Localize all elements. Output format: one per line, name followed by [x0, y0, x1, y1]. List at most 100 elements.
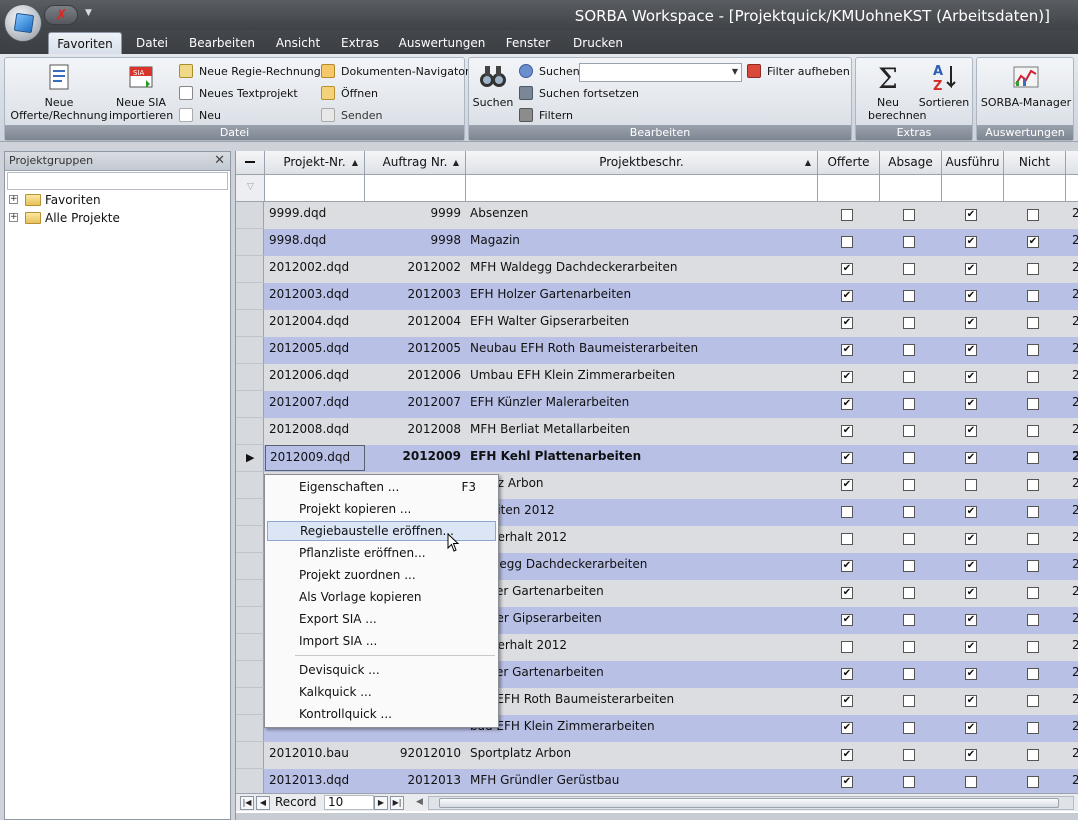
checkbox-nicht[interactable]: [1027, 290, 1039, 302]
cell-projekt-nr[interactable]: 2012004.dqd: [265, 310, 365, 337]
filter-auftrag-nr[interactable]: [365, 175, 466, 201]
checkbox-ausfuehrung[interactable]: ✔: [965, 641, 977, 653]
cell-overflow[interactable]: 20: [1068, 688, 1078, 715]
cell-auftrag-nr[interactable]: 2012013: [365, 769, 466, 796]
cell-projektbeschr[interactable]: arbeiten 2012: [466, 499, 818, 526]
table-row[interactable]: 2012010.bau92012010Sportplatz Arbon ✔ ✔ 20: [236, 742, 1078, 769]
scroll-left-icon[interactable]: ◀: [416, 794, 423, 811]
cell-auftrag-nr[interactable]: 2012003: [365, 283, 466, 310]
cell-overflow[interactable]: 20: [1068, 607, 1078, 634]
checkbox-absage[interactable]: [903, 344, 915, 356]
expand-icon[interactable]: +: [9, 195, 18, 204]
neue-sia-button[interactable]: SIA Neue SIA importieren: [109, 62, 173, 122]
checkbox-absage[interactable]: [903, 776, 915, 788]
header-auftrag-nr[interactable]: Auftrag Nr. ▲: [365, 151, 466, 175]
neue-regie-button[interactable]: Neue Regie-Rechnung: [179, 63, 321, 81]
qat-dropdown-icon[interactable]: ▼: [85, 8, 92, 18]
cell-projektbeschr[interactable]: Magazin: [466, 229, 818, 256]
checkbox-absage[interactable]: [903, 560, 915, 572]
row-selector[interactable]: [236, 256, 264, 283]
suchen-fortsetzen-button[interactable]: Suchen fortsetzen: [519, 85, 639, 103]
cell-projektbeschr[interactable]: EFH Künzler Malerarbeiten: [466, 391, 818, 418]
cell-overflow[interactable]: 20: [1068, 202, 1078, 229]
checkbox-nicht[interactable]: [1027, 776, 1039, 788]
cell-projektbeschr[interactable]: Absenzen: [466, 202, 818, 229]
tab-datei[interactable]: Datei: [130, 32, 174, 54]
checkbox-offerte[interactable]: ✔: [841, 668, 853, 680]
checkbox-nicht[interactable]: [1027, 317, 1039, 329]
cell-projektbeschr[interactable]: MFH Gründler Gerüstbau: [466, 769, 818, 796]
sorba-manager-button[interactable]: SORBA-Manager: [979, 62, 1073, 109]
menu-item[interactable]: Kontrollquick ...: [267, 704, 496, 724]
cell-overflow[interactable]: 20: [1068, 742, 1078, 769]
filter-projektbeschr[interactable]: [466, 175, 818, 201]
header-projekt-nr[interactable]: Projekt-Nr. ▲: [265, 151, 365, 175]
checkbox-absage[interactable]: [903, 695, 915, 707]
cell-overflow[interactable]: 20: [1068, 472, 1078, 499]
cell-projektbeschr[interactable]: Holzer Gartenarbeiten: [466, 580, 818, 607]
cell-projektbeschr[interactable]: bau EFH Roth Baumeisterarbeiten: [466, 688, 818, 715]
checkbox-nicht[interactable]: [1027, 398, 1039, 410]
cell-projekt-nr[interactable]: 2012003.dqd: [265, 283, 365, 310]
neu-button[interactable]: Neu: [179, 107, 221, 125]
checkbox-absage[interactable]: [903, 533, 915, 545]
cell-projekt-nr[interactable]: 2012002.dqd: [265, 256, 365, 283]
cell-overflow[interactable]: 20: [1068, 256, 1078, 283]
checkbox-offerte[interactable]: [841, 533, 853, 545]
cell-auftrag-nr[interactable]: 2012009: [365, 445, 466, 472]
cell-projektbeschr[interactable]: MFH Berliat Metallarbeiten: [466, 418, 818, 445]
neu-berechnen-button[interactable]: Σ Neu berechnen: [858, 62, 927, 122]
checkbox-absage[interactable]: [903, 317, 915, 329]
cell-auftrag-nr[interactable]: 2012007: [365, 391, 466, 418]
checkbox-absage[interactable]: [903, 668, 915, 680]
row-selector[interactable]: [236, 607, 264, 634]
table-row[interactable]: 2012013.dqd 2012013 MFH Gründler Gerüstbau…: [236, 769, 1078, 796]
checkbox-offerte[interactable]: [841, 209, 853, 221]
cell-overflow[interactable]: 20: [1068, 499, 1078, 526]
cell-overflow[interactable]: 20: [1068, 283, 1078, 310]
checkbox-ausfuehrung[interactable]: ✔: [965, 398, 977, 410]
checkbox-ausfuehrung[interactable]: ✔: [965, 587, 977, 599]
checkbox-absage[interactable]: [903, 479, 915, 491]
cell-auftrag-nr[interactable]: 2012002: [365, 256, 466, 283]
next-record-icon[interactable]: ▶: [374, 796, 388, 810]
checkbox-nicht[interactable]: [1027, 371, 1039, 383]
checkbox-ausfuehrung[interactable]: ✔: [965, 344, 977, 356]
senden-button[interactable]: Senden: [321, 107, 382, 125]
select-all-header[interactable]: [236, 151, 265, 175]
checkbox-absage[interactable]: [903, 398, 915, 410]
cell-projekt-nr[interactable]: 2012007.dqd: [265, 391, 365, 418]
menu-item[interactable]: Import SIA ...: [267, 631, 496, 651]
cell-projektbeschr[interactable]: nunterhalt 2012: [466, 526, 818, 553]
checkbox-offerte[interactable]: ✔: [841, 776, 853, 788]
menu-item[interactable]: Pflanzliste eröffnen...: [267, 543, 496, 563]
cell-projektbeschr[interactable]: Holzer Gartenarbeiten: [466, 661, 818, 688]
checkbox-absage[interactable]: [903, 290, 915, 302]
cell-projekt-nr[interactable]: 2012006.dqd: [265, 364, 365, 391]
filter-absage[interactable]: [880, 175, 942, 201]
checkbox-absage[interactable]: [903, 587, 915, 599]
cell-overflow[interactable]: 20: [1068, 337, 1078, 364]
row-selector[interactable]: [236, 229, 264, 256]
checkbox-offerte[interactable]: ✔: [841, 479, 853, 491]
cell-auftrag-nr[interactable]: 9999: [365, 202, 466, 229]
cell-overflow[interactable]: 20: [1068, 661, 1078, 688]
checkbox-offerte[interactable]: [841, 236, 853, 248]
tab-fenster[interactable]: Fenster: [502, 32, 554, 54]
checkbox-nicht[interactable]: [1027, 506, 1039, 518]
menu-item[interactable]: Devisquick ...: [267, 660, 496, 680]
checkbox-ausfuehrung[interactable]: ✔: [965, 236, 977, 248]
panel-filter-input[interactable]: [7, 172, 228, 190]
cell-projektbeschr[interactable]: Neubau EFH Roth Baumeisterarbeiten: [466, 337, 818, 364]
tab-bearbeiten[interactable]: Bearbeiten: [186, 32, 258, 54]
checkbox-absage[interactable]: [903, 236, 915, 248]
cell-auftrag-nr[interactable]: 2012005: [365, 337, 466, 364]
checkbox-absage[interactable]: [903, 209, 915, 221]
cell-overflow[interactable]: 20: [1068, 769, 1078, 796]
checkbox-ausfuehrung[interactable]: ✔: [965, 668, 977, 680]
table-row[interactable]: 2012006.dqd 2012006 Umbau EFH Klein Zimmer…: [236, 364, 1078, 391]
cell-projekt-nr[interactable]: 9999.dqd: [265, 202, 365, 229]
cell-projektbeschr[interactable]: nunterhalt 2012: [466, 634, 818, 661]
row-selector[interactable]: [236, 742, 264, 769]
row-selector[interactable]: [236, 526, 264, 553]
